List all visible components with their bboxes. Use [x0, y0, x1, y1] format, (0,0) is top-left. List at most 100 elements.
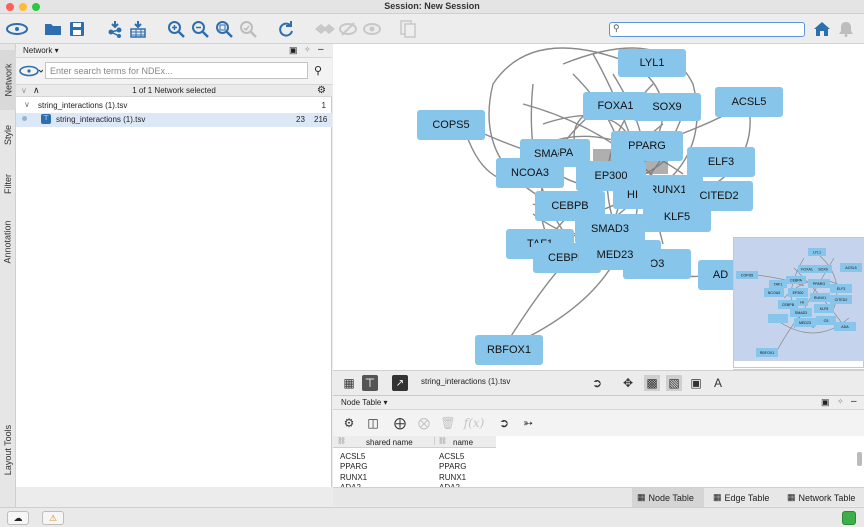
- table-header: ⛓ shared name ⛓ name: [333, 436, 496, 448]
- refresh-icon[interactable]: [276, 19, 296, 39]
- network-name: string_interactions (1).tsv: [56, 115, 146, 124]
- warning-icon[interactable]: ⚠: [42, 511, 64, 525]
- overview-label: CITED2: [835, 298, 848, 302]
- table-cell[interactable]: PPARG: [340, 462, 367, 473]
- graph-node[interactable]: ELF3: [687, 147, 755, 177]
- overview-label: PPARG: [813, 282, 826, 286]
- overview-label: LYL1: [813, 251, 821, 255]
- minimize-panel-icon[interactable]: –: [318, 44, 324, 55]
- select-annotations-icon[interactable]: ▣: [688, 375, 704, 391]
- minimize-panel-icon[interactable]: –: [851, 396, 857, 407]
- graph-node[interactable]: ACSL5: [715, 87, 783, 117]
- ndex-search-input[interactable]: Enter search terms for NDEx...: [45, 62, 308, 79]
- zoom-out-icon[interactable]: [190, 19, 210, 39]
- graph-node[interactable]: LYL1: [618, 49, 686, 77]
- ndex-icon[interactable]: [19, 65, 44, 79]
- tab-layout-tools[interactable]: Layout Tools: [0, 414, 16, 486]
- import-table-icon[interactable]: ➲: [496, 415, 512, 431]
- grid-view-icon[interactable]: ▦: [341, 375, 357, 391]
- table-settings-icon[interactable]: ⚙: [341, 415, 357, 431]
- import-network-file-icon[interactable]: [105, 19, 125, 39]
- show-columns-icon[interactable]: ◫: [365, 415, 381, 431]
- collection-expanded-icon[interactable]: ∨: [24, 100, 30, 109]
- new-subnetwork-icon[interactable]: [398, 19, 418, 39]
- pin-icon[interactable]: ✧: [304, 45, 311, 54]
- view-network-name: string_interactions (1).tsv: [421, 377, 511, 386]
- overview-label: EP300: [793, 291, 804, 295]
- settings-gear-icon[interactable]: ⚙: [317, 85, 326, 96]
- save-session-icon[interactable]: [67, 19, 87, 39]
- table-scrollbar[interactable]: [857, 452, 862, 466]
- pin-icon[interactable]: ✧: [837, 397, 844, 406]
- collection-name: string_interactions (1).tsv: [38, 101, 128, 110]
- home-icon[interactable]: [812, 19, 832, 39]
- graph-node[interactable]: NCOA3: [496, 158, 564, 188]
- column-lock-icon: ⛓: [434, 437, 447, 445]
- overview-label: O3: [824, 319, 829, 323]
- overview-label: ADA: [841, 325, 849, 329]
- graph-node[interactable]: PPARG: [611, 131, 683, 161]
- collection-row[interactable]: ∨ string_interactions (1).tsv 1: [16, 99, 332, 113]
- network-count-row: ∨ ∧ 1 of 1 Network selected ⚙: [16, 84, 332, 97]
- tab-node-table[interactable]: ▦ Node Table: [632, 488, 704, 507]
- table-panel-header: Node Table ▾ ▣ ✧ –: [333, 396, 864, 410]
- ndex-search-icon[interactable]: ⚲: [314, 64, 322, 77]
- ndex-search-row: Enter search terms for NDEx... ⚲: [16, 58, 332, 84]
- search-input[interactable]: ⚲: [609, 22, 805, 37]
- table-icon: ▦: [787, 492, 796, 502]
- tab-edge-table[interactable]: ▦ Edge Table: [708, 488, 778, 507]
- show-icon[interactable]: [362, 19, 382, 39]
- zoom-selected-icon[interactable]: [238, 19, 258, 39]
- float-panel-icon[interactable]: ▣: [289, 45, 298, 56]
- overview-label: KLF5: [820, 307, 829, 311]
- notifications-icon[interactable]: [836, 19, 856, 39]
- graph-node[interactable]: COPS5: [417, 110, 485, 140]
- network-row[interactable]: ⊤ string_interactions (1).tsv 23 216: [16, 113, 332, 127]
- title-bar: Session: New Session: [0, 0, 864, 14]
- zoom-fit-icon[interactable]: [214, 19, 234, 39]
- overview-label: ACSL5: [845, 266, 856, 270]
- overview-label: ELF3: [837, 287, 846, 291]
- graph-node[interactable]: RBFOX1: [475, 335, 543, 365]
- hide-icon[interactable]: [338, 19, 358, 39]
- fit-content-icon[interactable]: ✥: [620, 375, 636, 391]
- float-panel-icon[interactable]: ▣: [821, 397, 830, 408]
- graph-node[interactable]: MED23: [579, 240, 651, 270]
- trash-icon[interactable]: 🗑: [440, 415, 456, 431]
- table-cell[interactable]: PPARG: [439, 462, 466, 473]
- select-edges-icon[interactable]: ▧: [666, 375, 682, 391]
- create-column-icon[interactable]: ⨁: [392, 415, 408, 431]
- import-table-icon[interactable]: [128, 19, 148, 39]
- search-icon: ⚲: [613, 23, 620, 33]
- export-icon[interactable]: ➲: [589, 375, 605, 391]
- network-overview[interactable]: LYL1 COPS5 FOXA1 SOX9 ACSL5 TAF1 CEBPA P…: [733, 237, 864, 368]
- overview-label: FOXA1: [801, 268, 813, 272]
- cloud-icon[interactable]: ☁: [7, 511, 29, 525]
- select-labels-icon[interactable]: A: [710, 375, 726, 391]
- column-lock-icon: ⛓: [337, 438, 346, 445]
- table-type-dropdown[interactable]: Node Table ▾: [341, 398, 388, 407]
- open-session-icon[interactable]: [43, 19, 63, 39]
- network-panel-dropdown[interactable]: Network ▾: [23, 46, 59, 55]
- delete-column-icon[interactable]: ⨂: [416, 415, 432, 431]
- column-header-name[interactable]: name: [453, 438, 473, 447]
- graph-node[interactable]: SOX9: [633, 93, 701, 121]
- column-header-shared-name[interactable]: shared name: [366, 438, 413, 447]
- tab-style[interactable]: Style: [0, 112, 16, 158]
- network-view-icon[interactable]: ⊤: [362, 375, 378, 391]
- graph-node[interactable]: KLF5: [643, 202, 711, 232]
- tab-filter[interactable]: Filter: [0, 159, 16, 209]
- tab-annotation[interactable]: Annotation: [0, 210, 16, 274]
- tab-network-table[interactable]: ▦ Network Table: [782, 488, 864, 507]
- export-table-icon[interactable]: ➳: [520, 415, 536, 431]
- network-count-text: 1 of 1 Network selected: [132, 86, 216, 95]
- memory-status-icon[interactable]: [842, 511, 856, 525]
- import-network-icon[interactable]: [6, 19, 28, 39]
- select-nodes-icon[interactable]: ▩: [644, 375, 660, 391]
- tab-network[interactable]: Network: [0, 50, 16, 110]
- network-view-icon: [22, 116, 27, 121]
- function-builder-icon[interactable]: f(x): [464, 415, 485, 431]
- show-all-icon[interactable]: [313, 19, 337, 39]
- zoom-in-icon[interactable]: [166, 19, 186, 39]
- detach-view-icon[interactable]: ↗: [392, 375, 408, 391]
